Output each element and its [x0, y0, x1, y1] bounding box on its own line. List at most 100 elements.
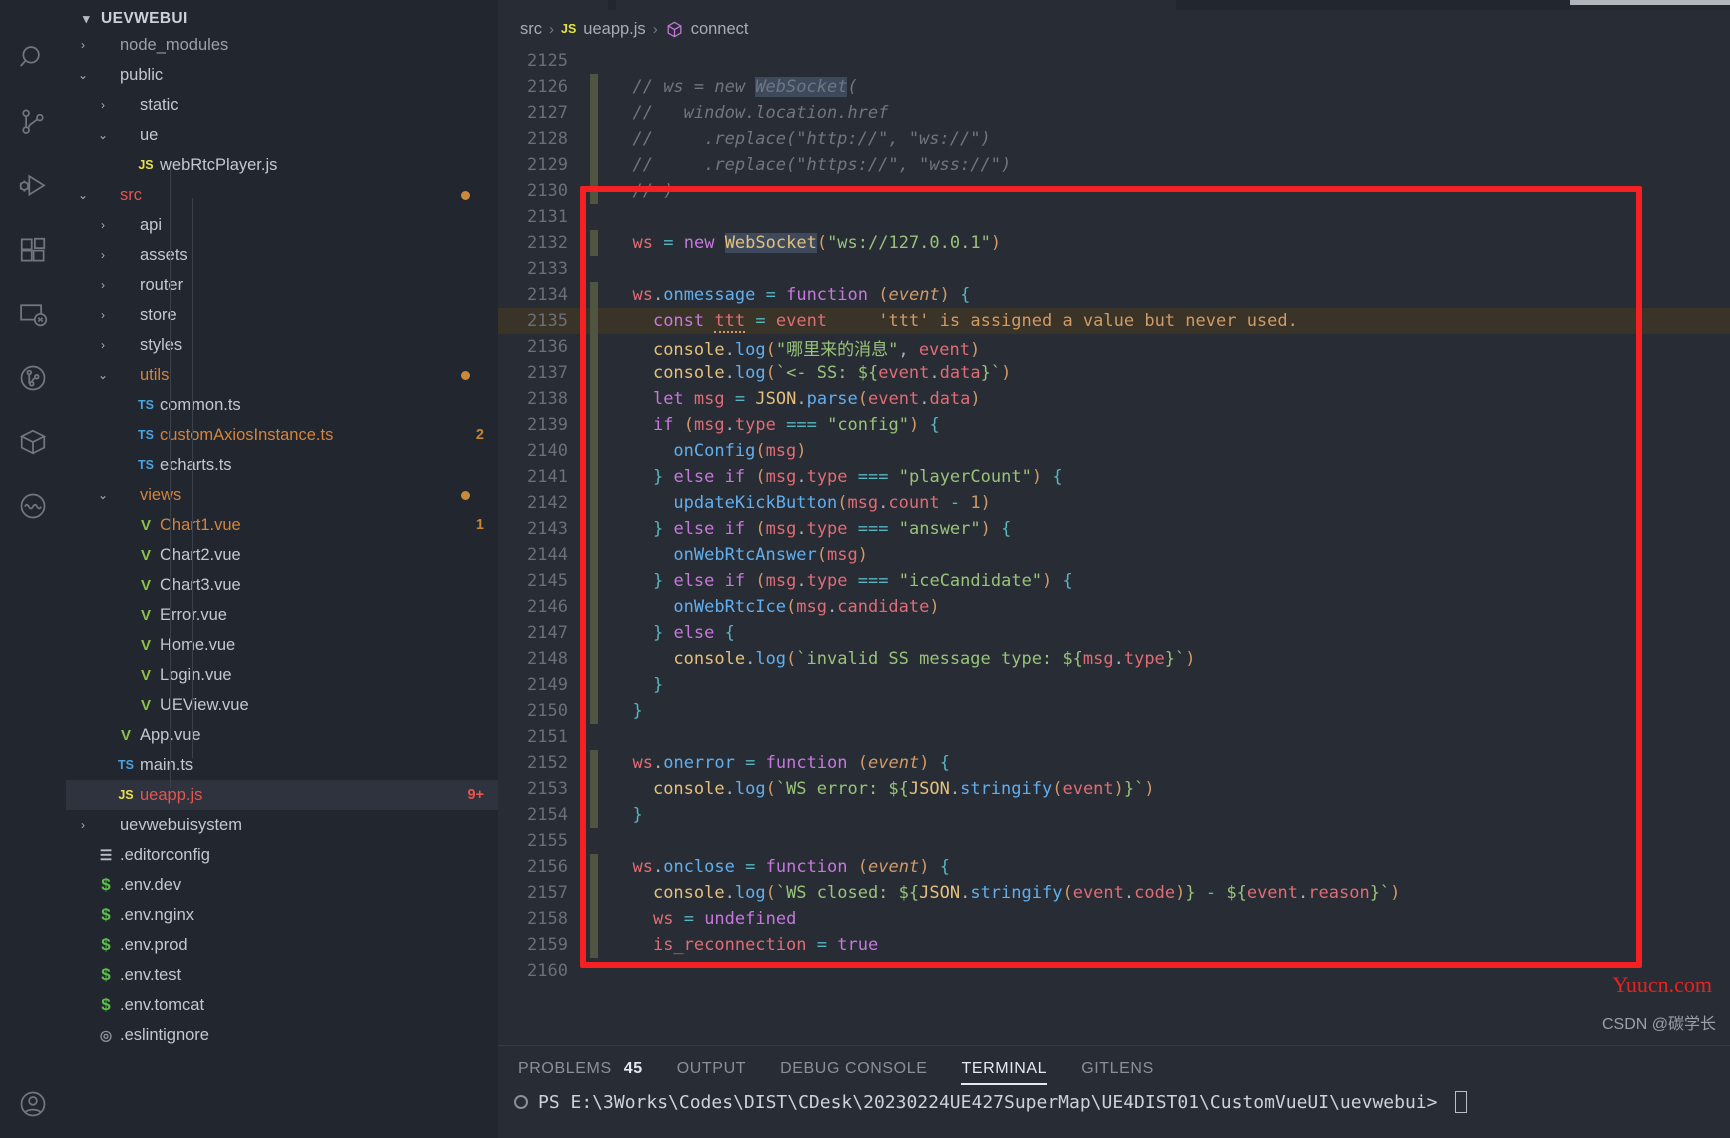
tree-row-chart2-vue[interactable]: V Chart2.vue [66, 540, 498, 570]
tree-row-views[interactable]: ⌄ views [66, 480, 498, 510]
code-line[interactable]: 2126 // ws = new WebSocket( [498, 74, 1730, 100]
horizontal-scrollbar[interactable] [1570, 0, 1730, 5]
code-line[interactable]: 2129 // .replace("https://", "wss://") [498, 152, 1730, 178]
editor-tab-placeholder-2[interactable] [616, 0, 1176, 10]
tree-row-error-vue[interactable]: V Error.vue [66, 600, 498, 630]
code-line[interactable]: 2144 onWebRtcAnswer(msg) [498, 542, 1730, 568]
code-line[interactable]: 2156 ws.onclose = function (event) { [498, 854, 1730, 880]
code-line[interactable]: 2137 console.log(`<- SS: ${event.data}`) [498, 360, 1730, 386]
code-line[interactable]: 2132 ws = new WebSocket("ws://127.0.0.1"… [498, 230, 1730, 256]
code-line[interactable]: 2145 } else if (msg.type === "iceCandida… [498, 568, 1730, 594]
code-line[interactable]: 2131 [498, 204, 1730, 230]
code-line[interactable]: 2160 [498, 958, 1730, 984]
search-icon[interactable] [0, 26, 66, 90]
wave-icon[interactable] [0, 474, 66, 538]
terminal-output[interactable]: PS E:\3Works\Codes\DIST\CDesk\20230224UE… [498, 1091, 1730, 1113]
tree-row-app-vue[interactable]: VApp.vue [66, 720, 498, 750]
tree-row-api[interactable]: › api [66, 210, 498, 240]
chevron-right-icon[interactable]: › [74, 818, 92, 832]
panel-tab-gitlens[interactable]: GITLENS [1081, 1046, 1154, 1091]
tree-row-router[interactable]: › router [66, 270, 498, 300]
code-line[interactable]: 2127 // window.location.href [498, 100, 1730, 126]
code-line[interactable]: 2141 } else if (msg.type === "playerCoun… [498, 464, 1730, 490]
code-line[interactable]: 2133 [498, 256, 1730, 282]
code-line[interactable]: 2155 [498, 828, 1730, 854]
tree-row-static[interactable]: › static [66, 90, 498, 120]
chevron-right-icon[interactable]: › [94, 338, 112, 352]
panel-tab-terminal[interactable]: TERMINAL [961, 1046, 1047, 1091]
code-line[interactable]: 2128 // .replace("http://", "ws://") [498, 126, 1730, 152]
panel-tab-problems[interactable]: PROBLEMS 45 [518, 1046, 643, 1091]
tree-row-src[interactable]: ⌄ src [66, 180, 498, 210]
source-control-icon[interactable] [0, 90, 66, 154]
code-line[interactable]: 2135 const ttt = event 'ttt' is assigned… [498, 308, 1730, 334]
chevron-right-icon[interactable]: › [74, 38, 92, 52]
tree-row-login-vue[interactable]: V Login.vue [66, 660, 498, 690]
tree-row-customaxiosinstance-ts[interactable]: TS customAxiosInstance.ts 2 [66, 420, 498, 450]
chevron-down-icon[interactable]: ⌄ [94, 488, 112, 502]
tree-row-public[interactable]: ⌄ public [66, 60, 498, 90]
tree-row-home-vue[interactable]: V Home.vue [66, 630, 498, 660]
tree-row--env-tomcat[interactable]: $ .env.tomcat [66, 990, 498, 1020]
code-line[interactable]: 2159 is_reconnection = true [498, 932, 1730, 958]
tree-row-common-ts[interactable]: TS common.ts [66, 390, 498, 420]
code-line[interactable]: 2136 console.log("哪里来的消息", event) [498, 334, 1730, 360]
code-line[interactable]: 2139 if (msg.type === "config") { [498, 412, 1730, 438]
tree-row-main-ts[interactable]: TS main.ts [66, 750, 498, 780]
tree-row--editorconfig[interactable]: ☰ .editorconfig [66, 840, 498, 870]
chevron-down-icon[interactable]: ⌄ [94, 368, 112, 382]
code-line[interactable]: 2157 console.log(`WS closed: ${JSON.stri… [498, 880, 1730, 906]
tree-row-styles[interactable]: › styles [66, 330, 498, 360]
tree-row--eslintignore[interactable]: ◎ .eslintignore [66, 1020, 498, 1050]
tree-row-utils[interactable]: ⌄ utils [66, 360, 498, 390]
chevron-down-icon[interactable]: ⌄ [94, 128, 112, 142]
tree-row-uevwebuisystem[interactable]: › uevwebuisystem [66, 810, 498, 840]
tree-row--env-nginx[interactable]: $ .env.nginx [66, 900, 498, 930]
tree-row--env-dev[interactable]: $ .env.dev [66, 870, 498, 900]
tree-row--env-test[interactable]: $ .env.test [66, 960, 498, 990]
code-line[interactable]: 2146 onWebRtcIce(msg.candidate) [498, 594, 1730, 620]
code-line[interactable]: 2143 } else if (msg.type === "answer") { [498, 516, 1730, 542]
tree-row-chart1-vue[interactable]: V Chart1.vue 1 [66, 510, 498, 540]
code-line[interactable]: 2125 [498, 48, 1730, 74]
chevron-right-icon[interactable]: › [94, 278, 112, 292]
tree-row--env-prod[interactable]: $ .env.prod [66, 930, 498, 960]
code-line[interactable]: 2134 ws.onmessage = function (event) { [498, 282, 1730, 308]
chevron-right-icon[interactable]: › [94, 218, 112, 232]
code-line[interactable]: 2148 console.log(`invalid SS message typ… [498, 646, 1730, 672]
code-line[interactable]: 2142 updateKickButton(msg.count - 1) [498, 490, 1730, 516]
tree-row-assets[interactable]: › assets [66, 240, 498, 270]
panel-tab-output[interactable]: OUTPUT [677, 1046, 746, 1091]
package-explorer-icon[interactable] [0, 410, 66, 474]
run-and-debug-icon[interactable] [0, 154, 66, 218]
panel-tab-debug-console[interactable]: DEBUG CONSOLE [780, 1046, 927, 1091]
code-line[interactable]: 2151 [498, 724, 1730, 750]
breadcrumb-item-symbol[interactable]: connect [691, 20, 749, 39]
chevron-right-icon[interactable]: › [94, 248, 112, 262]
code-line[interactable]: 2150 } [498, 698, 1730, 724]
code-line[interactable]: 2147 } else { [498, 620, 1730, 646]
tree-row-store[interactable]: › store [66, 300, 498, 330]
account-icon[interactable] [0, 1074, 66, 1138]
chevron-right-icon[interactable]: › [94, 98, 112, 112]
code-editor[interactable]: 2125 2126 // ws = new WebSocket(2127 // w… [498, 48, 1730, 1045]
breadcrumb-item-src[interactable]: src [520, 20, 542, 39]
tree-row-ue[interactable]: ⌄ ue [66, 120, 498, 150]
code-line[interactable]: 2149 } [498, 672, 1730, 698]
tree-row-chart3-vue[interactable]: V Chart3.vue [66, 570, 498, 600]
extensions-icon[interactable] [0, 218, 66, 282]
chevron-down-icon[interactable]: ⌄ [74, 188, 92, 202]
chevron-right-icon[interactable]: › [94, 308, 112, 322]
code-line[interactable]: 2152 ws.onerror = function (event) { [498, 750, 1730, 776]
tree-row-echarts-ts[interactable]: TS echarts.ts [66, 450, 498, 480]
code-line[interactable]: 2138 let msg = JSON.parse(event.data) [498, 386, 1730, 412]
code-line[interactable]: 2154 } [498, 802, 1730, 828]
chevron-down-icon[interactable]: ⌄ [74, 68, 92, 82]
gitlens-icon[interactable] [0, 346, 66, 410]
breadcrumb-item-file[interactable]: ueapp.js [583, 20, 645, 39]
code-line[interactable]: 2158 ws = undefined [498, 906, 1730, 932]
tree-row-ueapp-js[interactable]: JS ueapp.js 9+ [66, 780, 498, 810]
editor-tab-placeholder-1[interactable] [498, 0, 608, 10]
remote-explorer-icon[interactable] [0, 282, 66, 346]
code-line[interactable]: 2130 // ) [498, 178, 1730, 204]
